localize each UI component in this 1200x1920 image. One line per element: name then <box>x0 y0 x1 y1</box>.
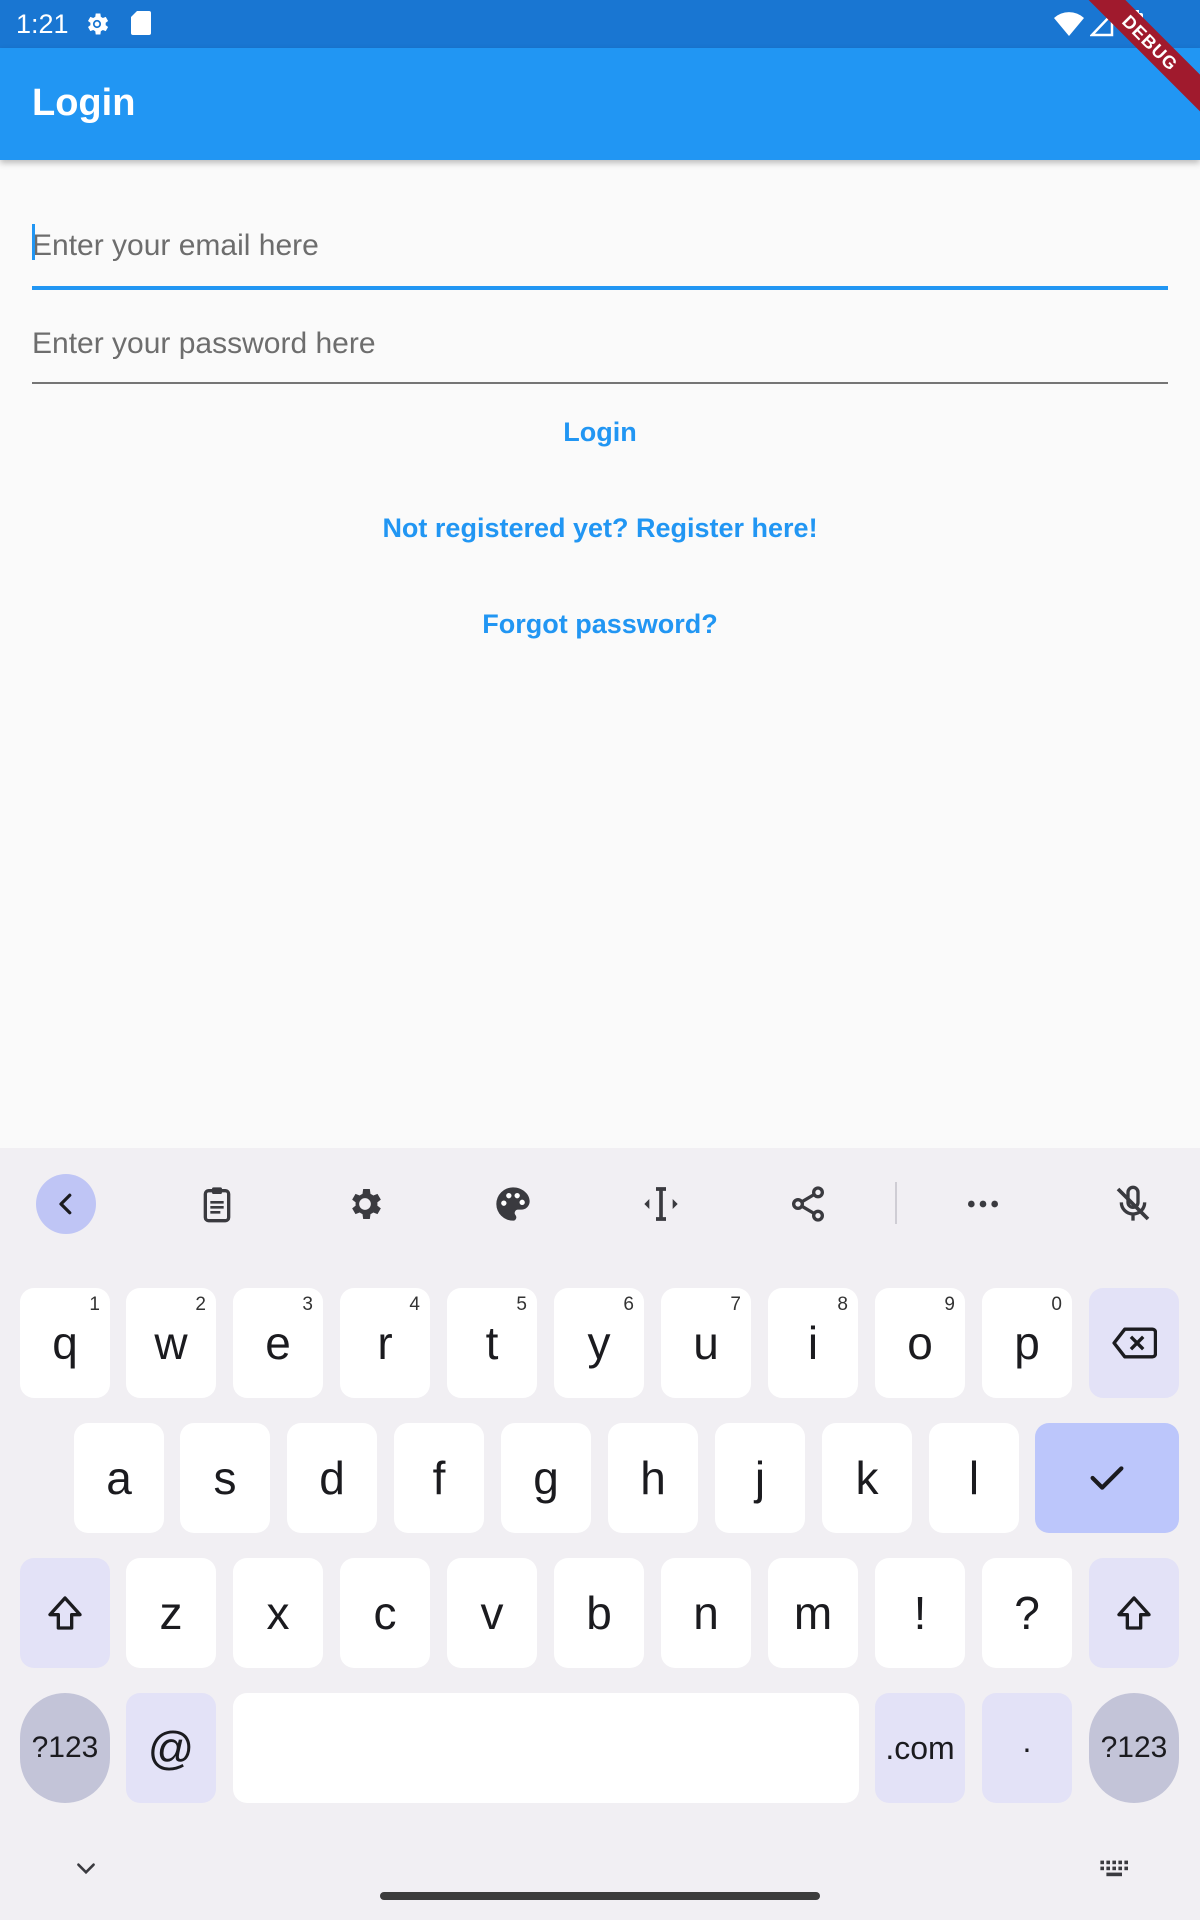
key-dotcom[interactable]: .com <box>875 1693 965 1803</box>
app-bar: Login <box>0 48 1200 160</box>
key-x[interactable]: x <box>233 1558 323 1668</box>
toolbar-divider <box>895 1182 897 1224</box>
enter-key[interactable] <box>1035 1423 1179 1533</box>
battery-icon <box>1127 10 1143 38</box>
space-key[interactable] <box>233 1693 859 1803</box>
key-label: r <box>377 1317 393 1369</box>
key-label: o <box>907 1317 933 1369</box>
key-hint: 9 <box>944 1294 955 1315</box>
password-field[interactable] <box>32 308 1168 384</box>
key-w[interactable]: w2 <box>126 1288 216 1398</box>
shift-key-right[interactable] <box>1089 1558 1179 1668</box>
shift-key-left[interactable] <box>20 1558 110 1668</box>
settings-status-icon <box>88 13 109 35</box>
key-hint: 8 <box>837 1294 848 1315</box>
key-label: t <box>485 1317 499 1369</box>
key-h[interactable]: h <box>608 1423 698 1533</box>
key-u[interactable]: u7 <box>661 1288 751 1398</box>
key-n[interactable]: n <box>661 1558 751 1668</box>
key-g[interactable]: g <box>501 1423 591 1533</box>
keyboard-switch-icon[interactable] <box>1086 1844 1146 1894</box>
keyboard-back-icon[interactable] <box>36 1174 96 1234</box>
key-hint: 3 <box>302 1294 313 1315</box>
more-icon[interactable] <box>953 1174 1013 1234</box>
clipboard-icon[interactable] <box>187 1174 247 1234</box>
hide-keyboard-icon[interactable] <box>56 1844 116 1894</box>
settings-icon[interactable] <box>335 1174 395 1234</box>
key-f[interactable]: f <box>394 1423 484 1533</box>
key-hint: 2 <box>195 1294 206 1315</box>
key-exclamation[interactable]: ! <box>875 1558 965 1668</box>
email-field[interactable] <box>32 210 1168 290</box>
key-hint: 5 <box>516 1294 527 1315</box>
key-l[interactable]: l <box>929 1423 1019 1533</box>
key-e[interactable]: e3 <box>233 1288 323 1398</box>
key-hint: 1 <box>89 1294 100 1315</box>
share-icon[interactable] <box>778 1174 838 1234</box>
key-b[interactable]: b <box>554 1558 644 1668</box>
text-caret <box>32 224 35 260</box>
key-i[interactable]: i8 <box>768 1288 858 1398</box>
key-label: w <box>154 1317 188 1369</box>
sd-card-icon <box>131 11 151 35</box>
key-y[interactable]: y6 <box>554 1288 644 1398</box>
key-period[interactable]: · <box>982 1693 1072 1803</box>
forgot-password-link[interactable]: Forgot password? <box>0 606 1200 642</box>
key-q[interactable]: q1 <box>20 1288 110 1398</box>
gesture-nav-handle[interactable] <box>380 1892 820 1900</box>
key-question[interactable]: ? <box>982 1558 1072 1668</box>
key-label: e <box>265 1317 291 1369</box>
key-r[interactable]: r4 <box>340 1288 430 1398</box>
key-at[interactable]: @ <box>126 1693 216 1803</box>
key-p[interactable]: p0 <box>982 1288 1072 1398</box>
key-label: y <box>587 1317 611 1369</box>
backspace-key[interactable] <box>1089 1288 1179 1398</box>
checkmark-icon <box>1090 1466 1124 1490</box>
mic-off-icon[interactable] <box>1103 1174 1163 1234</box>
login-button[interactable]: Login <box>0 414 1200 450</box>
key-a[interactable]: a <box>74 1423 164 1533</box>
key-label: q <box>52 1317 78 1369</box>
key-s[interactable]: s <box>180 1423 270 1533</box>
symbols-key-left[interactable]: ?123 <box>20 1693 110 1803</box>
shift-icon <box>48 1596 82 1630</box>
key-hint: 4 <box>409 1294 420 1315</box>
key-c[interactable]: c <box>340 1558 430 1668</box>
wifi-icon <box>1054 12 1084 36</box>
key-z[interactable]: z <box>126 1558 216 1668</box>
shift-icon <box>1117 1596 1151 1630</box>
key-v[interactable]: v <box>447 1558 537 1668</box>
key-label: p <box>1014 1317 1040 1369</box>
key-label: u <box>693 1317 719 1369</box>
register-link[interactable]: Not registered yet? Register here! <box>0 510 1200 546</box>
password-input[interactable] <box>32 322 1168 366</box>
cell-signal-icon <box>1090 11 1114 37</box>
email-input[interactable] <box>32 224 1168 268</box>
key-d[interactable]: d <box>287 1423 377 1533</box>
symbols-key-right[interactable]: ?123 <box>1089 1693 1179 1803</box>
text-cursor-icon[interactable] <box>631 1174 691 1234</box>
key-j[interactable]: j <box>715 1423 805 1533</box>
status-bar: 1:21 <box>0 0 1200 48</box>
page-title: Login <box>32 82 136 124</box>
palette-icon[interactable] <box>483 1174 543 1234</box>
key-hint: 7 <box>730 1294 741 1315</box>
key-o[interactable]: o9 <box>875 1288 965 1398</box>
key-t[interactable]: t5 <box>447 1288 537 1398</box>
key-m[interactable]: m <box>768 1558 858 1668</box>
key-label: i <box>807 1317 819 1369</box>
key-k[interactable]: k <box>822 1423 912 1533</box>
key-hint: 6 <box>623 1294 634 1315</box>
status-time: 1:21 <box>16 9 69 39</box>
key-hint: 0 <box>1051 1294 1062 1315</box>
soft-keyboard: q1 w2 e3 r4 t5 y6 u7 i8 o9 p0 a s d f g … <box>0 1148 1200 1920</box>
backspace-icon <box>1112 1327 1157 1359</box>
